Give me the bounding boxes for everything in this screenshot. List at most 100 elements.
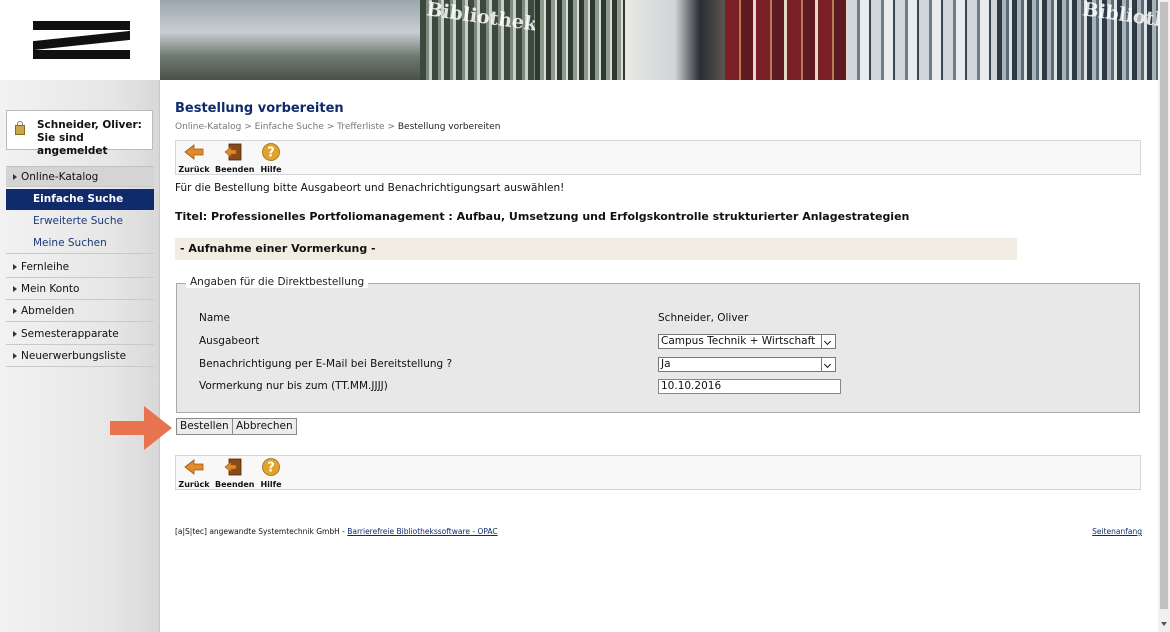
breadcrumb-separator: > <box>326 122 335 132</box>
back-button-label: Zurück <box>178 165 210 174</box>
chevron-right-icon <box>13 285 17 292</box>
back-arrow-icon <box>184 144 204 160</box>
banner-photo-window <box>847 0 997 80</box>
breadcrumb-trefferliste[interactable]: Trefferliste <box>337 122 384 132</box>
banner-photo-books <box>725 0 847 80</box>
location-select-value: Campus Technik + Wirtschaft <box>661 335 816 347</box>
help-button-label: Hilfe <box>260 165 282 174</box>
sidebar-item-erweiterte-suche[interactable]: Erweiterte Suche <box>6 211 154 232</box>
sidebar-item-abmelden[interactable]: Abmelden <box>6 301 154 322</box>
svg-text:?: ? <box>267 461 275 476</box>
breadcrumb-online-katalog[interactable]: Online-Katalog <box>175 122 241 132</box>
login-status-box: Schneider, Oliver: Sie sind angemeldet <box>6 110 153 157</box>
notify-select-value: Ja <box>661 358 671 370</box>
back-button[interactable]: Zurück <box>175 143 213 174</box>
login-status-text: Schneider, Oliver: Sie sind angemeldet <box>37 119 142 157</box>
notify-select[interactable]: Ja <box>658 357 836 372</box>
until-date-label: Vormerkung nur bis zum (TT.MM.JJJJ) <box>199 380 388 392</box>
fieldset-legend: Angaben für die Direktbestellung <box>186 276 369 288</box>
library-logo <box>0 0 160 80</box>
banner-photo-stacks <box>535 0 625 80</box>
back-button-label: Zurück <box>178 480 210 489</box>
help-button[interactable]: ? Hilfe <box>252 143 290 174</box>
header-banner: Bibliothek Bibliothek <box>160 0 1158 80</box>
until-date-input[interactable]: 10.10.2016 <box>658 379 841 394</box>
sidebar-item-fernleihe[interactable]: Fernleihe <box>6 257 154 278</box>
exit-button-label: Beenden <box>215 480 255 489</box>
sidebar-item-label: Semesterapparate <box>21 328 119 340</box>
banner-photo-archive: Bibliothek <box>997 0 1158 80</box>
chevron-down-icon[interactable] <box>821 358 835 371</box>
scroll-down-icon[interactable] <box>1161 622 1167 626</box>
banner-photo-shelves: Bibliothek <box>420 0 535 80</box>
page-title: Bestellung vorbereiten <box>175 101 344 116</box>
logo-stripe-bottom <box>33 50 130 59</box>
section-header: - Aufnahme einer Vormerkung - <box>175 238 1017 260</box>
sidebar-item-label: Mein Konto <box>21 283 80 295</box>
help-button[interactable]: ? Hilfe <box>252 458 290 489</box>
sidebar-item-semesterapparate[interactable]: Semesterapparate <box>6 324 154 345</box>
location-label: Ausgabeort <box>199 335 260 347</box>
location-select[interactable]: Campus Technik + Wirtschaft <box>658 334 836 349</box>
svg-text:?: ? <box>267 146 275 161</box>
breadcrumb-separator: > <box>387 122 395 132</box>
sidebar-item-meine-suchen[interactable]: Meine Suchen <box>6 233 154 254</box>
notify-label: Benachrichtigung per E-Mail bei Bereitst… <box>199 358 453 370</box>
sidebar-item-label: Meine Suchen <box>33 237 107 249</box>
chevron-right-icon <box>13 173 17 180</box>
exit-door-icon <box>224 458 242 476</box>
banner-photo-hall <box>160 0 420 80</box>
order-form-fieldset: Angaben für die Direktbestellung Name Sc… <box>176 276 1140 413</box>
banner-photo-reader <box>625 0 725 80</box>
breadcrumb-current: Bestellung vorbereiten <box>397 122 501 132</box>
sidebar: Schneider, Oliver: Sie sind angemeldet O… <box>0 80 160 632</box>
footer-opac-link[interactable]: Barrierefreie Bibliothekssoftware - OPAC <box>347 527 497 536</box>
cancel-button[interactable]: Abbrechen <box>232 418 297 435</box>
lock-icon <box>15 121 25 135</box>
back-arrow-icon <box>184 459 204 475</box>
exit-button-label: Beenden <box>215 165 255 174</box>
scrollbar-thumb[interactable] <box>1160 2 1168 609</box>
sidebar-item-mein-konto[interactable]: Mein Konto <box>6 279 154 300</box>
pointer-arrow-icon <box>110 406 172 450</box>
breadcrumb-separator: > <box>244 122 252 132</box>
banner-label: Bibliothek <box>425 0 535 36</box>
help-button-label: Hilfe <box>260 480 282 489</box>
footer-company: [a|S|tec] angewandte Systemtechnik GmbH … <box>175 527 348 536</box>
name-label: Name <box>199 312 230 324</box>
toolbar-bottom: Zurück Beenden ? Hilfe <box>175 455 1141 490</box>
breadcrumb-einfache-suche[interactable]: Einfache Suche <box>255 122 324 132</box>
sidebar-item-label: Einfache Suche <box>33 193 124 205</box>
sidebar-item-neuerwerbungsliste[interactable]: Neuerwerbungsliste <box>6 346 154 367</box>
sidebar-item-label: Fernleihe <box>21 261 70 273</box>
name-value: Schneider, Oliver <box>658 312 749 324</box>
exit-door-icon <box>224 143 242 161</box>
sidebar-item-label: Abmelden <box>21 305 75 317</box>
chevron-right-icon <box>13 352 17 359</box>
instruction-text: Für die Bestellung bitte Ausgabeort und … <box>175 182 565 194</box>
exit-button[interactable]: Beenden <box>215 458 255 489</box>
item-title: Titel: Professionelles Portfoliomanageme… <box>175 210 910 223</box>
breadcrumb: Online-Katalog > Einfache Suche > Treffe… <box>175 122 500 132</box>
sidebar-item-label: Online-Katalog <box>21 171 99 183</box>
back-button[interactable]: Zurück <box>175 458 213 489</box>
logo-stripe-top <box>33 21 130 30</box>
back-to-top-link[interactable]: Seitenanfang <box>1092 527 1142 536</box>
logo-stripe-middle <box>33 30 130 51</box>
help-icon: ? <box>262 458 280 476</box>
footer: [a|S|tec] angewandte Systemtechnik GmbH … <box>175 527 1142 536</box>
chevron-right-icon <box>13 307 17 314</box>
exit-button[interactable]: Beenden <box>215 143 255 174</box>
sidebar-item-label: Neuerwerbungsliste <box>21 350 127 362</box>
chevron-down-icon[interactable] <box>821 335 835 348</box>
chevron-right-icon <box>13 330 17 337</box>
sidebar-item-online-katalog[interactable]: Online-Katalog <box>6 166 154 187</box>
scrollbar[interactable] <box>1158 0 1170 632</box>
sidebar-item-label: Erweiterte Suche <box>33 215 123 227</box>
help-icon: ? <box>262 143 280 161</box>
banner-label: Bibliothek <box>1081 0 1158 36</box>
chevron-right-icon <box>13 263 17 270</box>
order-button[interactable]: Bestellen <box>176 418 233 435</box>
sidebar-item-einfache-suche[interactable]: Einfache Suche <box>6 189 154 210</box>
toolbar-top: Zurück Beenden ? Hilfe <box>175 140 1141 175</box>
